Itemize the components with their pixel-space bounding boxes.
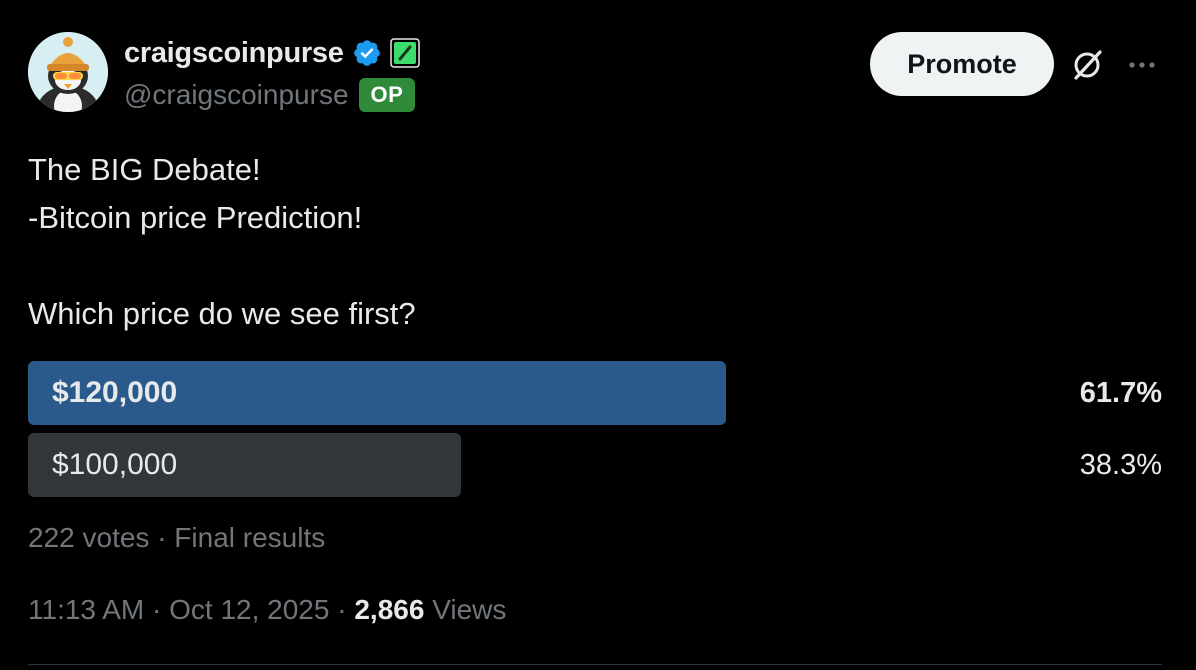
green-affiliate-icon[interactable] bbox=[389, 38, 420, 68]
separator: · bbox=[337, 594, 347, 625]
more-icon[interactable] bbox=[1124, 52, 1160, 78]
views-label: Views bbox=[432, 594, 507, 625]
promote-button[interactable]: Promote bbox=[870, 32, 1054, 96]
tweet-card: craigscoinpurse @craigscoinpurse OP Prom… bbox=[0, 0, 1196, 670]
poll-option: $100,000 38.3% bbox=[28, 433, 1162, 497]
tweet-text: The BIG Debate! -Bitcoin price Predictio… bbox=[28, 146, 1168, 338]
post-date[interactable]: Oct 12, 2025 bbox=[169, 594, 329, 625]
divider bbox=[28, 664, 1162, 665]
grok-icon[interactable] bbox=[1068, 46, 1106, 84]
avatar[interactable] bbox=[28, 32, 108, 112]
poll-option-label: $120,000 bbox=[52, 376, 178, 409]
tweet-text-spacer bbox=[28, 242, 1168, 290]
timestamp-row: 11:13 AM · Oct 12, 2025 · 2,866 Views bbox=[28, 594, 506, 626]
op-badge: OP bbox=[358, 78, 416, 112]
separator: · bbox=[152, 594, 162, 625]
poll-option-percent: 38.3% bbox=[1079, 449, 1162, 481]
author-display-name[interactable]: craigscoinpurse bbox=[124, 37, 344, 70]
author-handle-row: @craigscoinpurse OP bbox=[124, 76, 416, 114]
poll: $120,000 61.7% $100,000 38.3% bbox=[28, 361, 1162, 505]
author-handle[interactable]: @craigscoinpurse bbox=[124, 79, 349, 111]
poll-option-label: $100,000 bbox=[52, 448, 178, 481]
tweet-text-line: -Bitcoin price Prediction! bbox=[28, 200, 363, 235]
poll-option-percent: 61.7% bbox=[1079, 377, 1162, 409]
tweet-text-line: The BIG Debate! bbox=[28, 152, 261, 187]
views-count: 2,866 bbox=[354, 594, 425, 625]
author-name-row: craigscoinpurse bbox=[124, 36, 420, 70]
verified-badge-icon[interactable] bbox=[352, 38, 382, 68]
poll-option: $120,000 61.7% bbox=[28, 361, 1162, 425]
tweet-text-line: Which price do we see first? bbox=[28, 296, 416, 331]
post-time[interactable]: 11:13 AM bbox=[28, 594, 144, 625]
poll-meta: 222 votes · Final results bbox=[28, 522, 326, 553]
